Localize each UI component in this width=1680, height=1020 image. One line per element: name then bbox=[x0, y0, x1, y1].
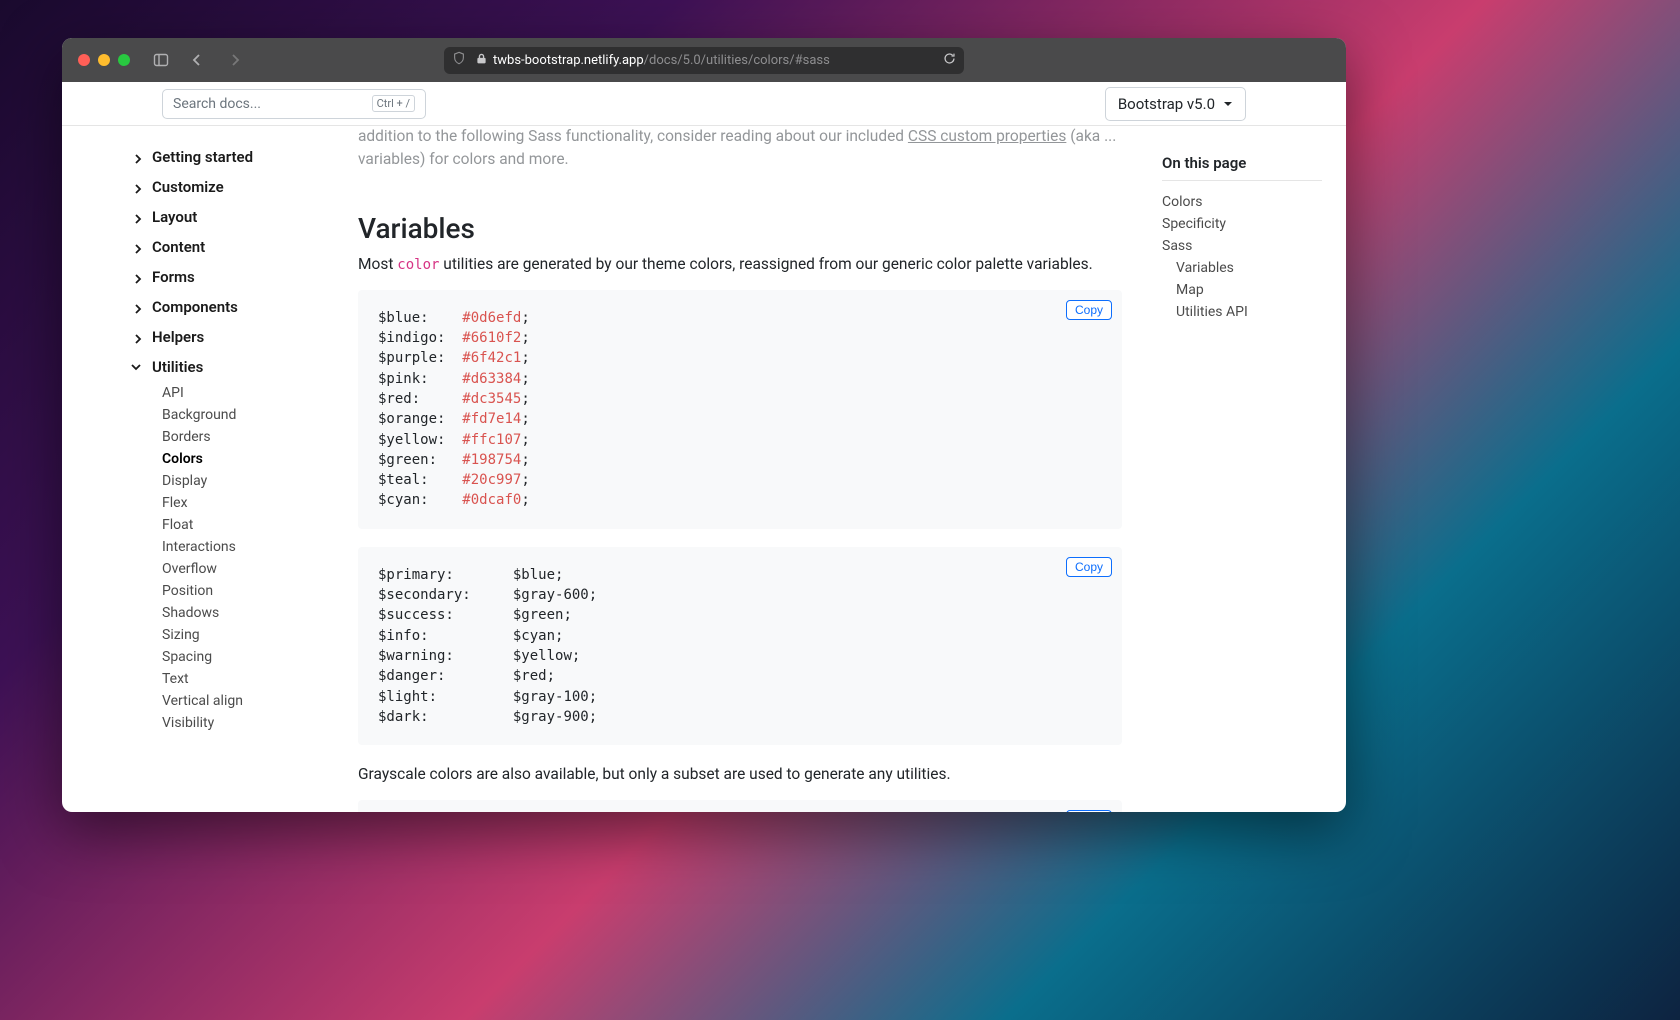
toc-item-utilities-api[interactable]: Utilities API bbox=[1162, 301, 1322, 323]
toc-item-specificity[interactable]: Specificity bbox=[1162, 213, 1322, 235]
address-bar[interactable]: twbs-bootstrap.netlify.app/docs/5.0/util… bbox=[444, 47, 964, 74]
sidebar-item-position[interactable]: Position bbox=[62, 580, 342, 602]
sidebar-item-shadows[interactable]: Shadows bbox=[62, 602, 342, 624]
sidebar-section-components[interactable]: Components bbox=[62, 292, 342, 322]
sidebar-section-layout[interactable]: Layout bbox=[62, 202, 342, 232]
sidebar-section-customize[interactable]: Customize bbox=[62, 172, 342, 202]
copy-button[interactable]: Copy bbox=[1066, 300, 1112, 320]
sidebar-item-borders[interactable]: Borders bbox=[62, 426, 342, 448]
privacy-icon bbox=[452, 51, 466, 69]
window-controls bbox=[78, 54, 130, 66]
reload-icon[interactable] bbox=[943, 52, 956, 69]
search-input[interactable]: Search docs... Ctrl + / bbox=[162, 89, 426, 119]
toc: On this page ColorsSpecificitySassVariab… bbox=[1146, 126, 1346, 812]
sidebar: Getting startedCustomizeLayoutContentFor… bbox=[62, 126, 342, 812]
forward-button[interactable] bbox=[224, 49, 246, 71]
sidebar-section-getting-started[interactable]: Getting started bbox=[62, 142, 342, 172]
sidebar-item-text[interactable]: Text bbox=[62, 668, 342, 690]
chevron-right-icon bbox=[132, 241, 144, 253]
code-block-colors: Copy $blue: #0d6efd; $indigo: #6610f2; $… bbox=[358, 290, 1122, 529]
maximize-button[interactable] bbox=[118, 54, 130, 66]
sidebar-item-api[interactable]: API bbox=[62, 382, 342, 404]
sidebar-item-display[interactable]: Display bbox=[62, 470, 342, 492]
sidebar-item-flex[interactable]: Flex bbox=[62, 492, 342, 514]
toc-item-variables[interactable]: Variables bbox=[1162, 257, 1322, 279]
sidebar-item-sizing[interactable]: Sizing bbox=[62, 624, 342, 646]
titlebar: twbs-bootstrap.netlify.app/docs/5.0/util… bbox=[62, 38, 1346, 82]
search-shortcut: Ctrl + / bbox=[372, 95, 415, 112]
lock-icon bbox=[476, 53, 487, 68]
chevron-right-icon bbox=[132, 331, 144, 343]
search-placeholder: Search docs... bbox=[173, 96, 372, 112]
toc-item-sass[interactable]: Sass bbox=[1162, 235, 1322, 257]
toc-item-map[interactable]: Map bbox=[1162, 279, 1322, 301]
grayscale-intro: Grayscale colors are also available, but… bbox=[358, 763, 1122, 786]
version-label: Bootstrap v5.0 bbox=[1118, 95, 1215, 113]
copy-button[interactable]: Copy bbox=[1066, 557, 1112, 577]
sidebar-section-helpers[interactable]: Helpers bbox=[62, 322, 342, 352]
url-host: twbs-bootstrap.netlify.app bbox=[493, 53, 644, 68]
sidebar-item-interactions[interactable]: Interactions bbox=[62, 536, 342, 558]
sidebar-item-colors[interactable]: Colors bbox=[62, 448, 342, 470]
back-button[interactable] bbox=[186, 49, 208, 71]
chevron-right-icon bbox=[132, 271, 144, 283]
sidebar-item-float[interactable]: Float bbox=[62, 514, 342, 536]
section-heading: Variables bbox=[358, 212, 1122, 245]
css-custom-properties-link[interactable]: CSS custom properties bbox=[908, 127, 1066, 145]
caret-down-icon bbox=[1223, 95, 1233, 113]
toc-item-colors[interactable]: Colors bbox=[1162, 191, 1322, 213]
sidebar-item-background[interactable]: Background bbox=[62, 404, 342, 426]
sidebar-section-content[interactable]: Content bbox=[62, 232, 342, 262]
variables-intro: Most color utilities are generated by ou… bbox=[358, 253, 1122, 276]
copy-button[interactable]: Copy bbox=[1066, 810, 1112, 812]
sidebar-toggle-icon[interactable] bbox=[150, 49, 172, 71]
sidebar-item-overflow[interactable]: Overflow bbox=[62, 558, 342, 580]
sidebar-item-vertical-align[interactable]: Vertical align bbox=[62, 690, 342, 712]
chevron-right-icon bbox=[132, 181, 144, 193]
minimize-button[interactable] bbox=[98, 54, 110, 66]
intro-fragment: addition to the following Sass functiona… bbox=[358, 126, 1122, 172]
sidebar-item-spacing[interactable]: Spacing bbox=[62, 646, 342, 668]
close-button[interactable] bbox=[78, 54, 90, 66]
chevron-right-icon bbox=[132, 151, 144, 163]
url-path: /docs/5.0/utilities/colors/#sass bbox=[644, 53, 830, 68]
code-block-theme: Copy $primary: $blue; $secondary: $gray-… bbox=[358, 547, 1122, 745]
doc-navbar: Search docs... Ctrl + / Bootstrap v5.0 bbox=[62, 82, 1346, 126]
browser-window: twbs-bootstrap.netlify.app/docs/5.0/util… bbox=[62, 38, 1346, 812]
sidebar-item-visibility[interactable]: Visibility bbox=[62, 712, 342, 734]
chevron-right-icon bbox=[132, 301, 144, 313]
version-dropdown[interactable]: Bootstrap v5.0 bbox=[1105, 87, 1246, 121]
code-block-grays: Copy $white: #fff; $gray-100: #f8f9fa; $… bbox=[358, 800, 1122, 812]
chevron-right-icon bbox=[132, 361, 144, 373]
toc-title: On this page bbox=[1162, 154, 1322, 181]
chevron-right-icon bbox=[132, 211, 144, 223]
sidebar-section-forms[interactable]: Forms bbox=[62, 262, 342, 292]
main-content: addition to the following Sass functiona… bbox=[342, 126, 1146, 812]
sidebar-section-utilities[interactable]: Utilities bbox=[62, 352, 342, 382]
